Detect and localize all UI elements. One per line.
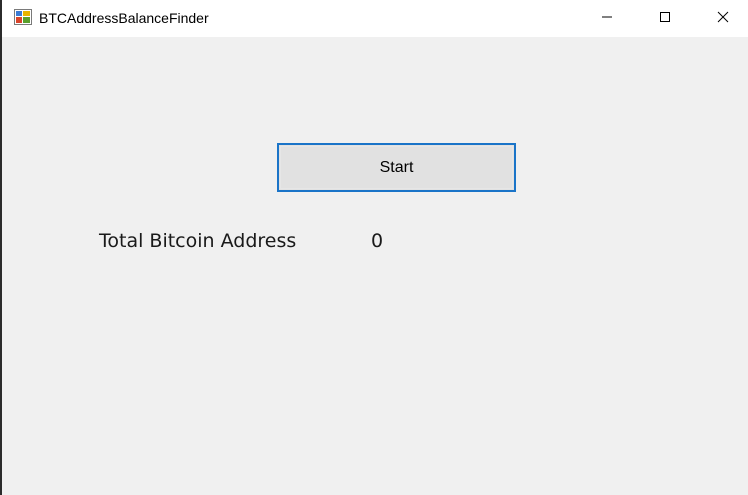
start-button-label: Start xyxy=(379,158,414,176)
app-icon[interactable] xyxy=(14,9,32,25)
close-button[interactable] xyxy=(700,0,746,37)
close-icon xyxy=(717,10,729,28)
total-bitcoin-address-label: Total Bitcoin Address xyxy=(99,230,297,252)
minimize-button[interactable] xyxy=(584,0,630,37)
app-window: BTCAddressBalanceFinder Start Total Bitc… xyxy=(0,0,748,495)
minimize-icon xyxy=(601,10,613,28)
maximize-icon xyxy=(659,10,671,28)
title-bar[interactable]: BTCAddressBalanceFinder xyxy=(2,0,748,37)
maximize-button[interactable] xyxy=(642,0,688,37)
start-button[interactable]: Start xyxy=(277,143,516,192)
total-bitcoin-address-value: 0 xyxy=(371,230,384,252)
window-title: BTCAddressBalanceFinder xyxy=(39,10,209,26)
